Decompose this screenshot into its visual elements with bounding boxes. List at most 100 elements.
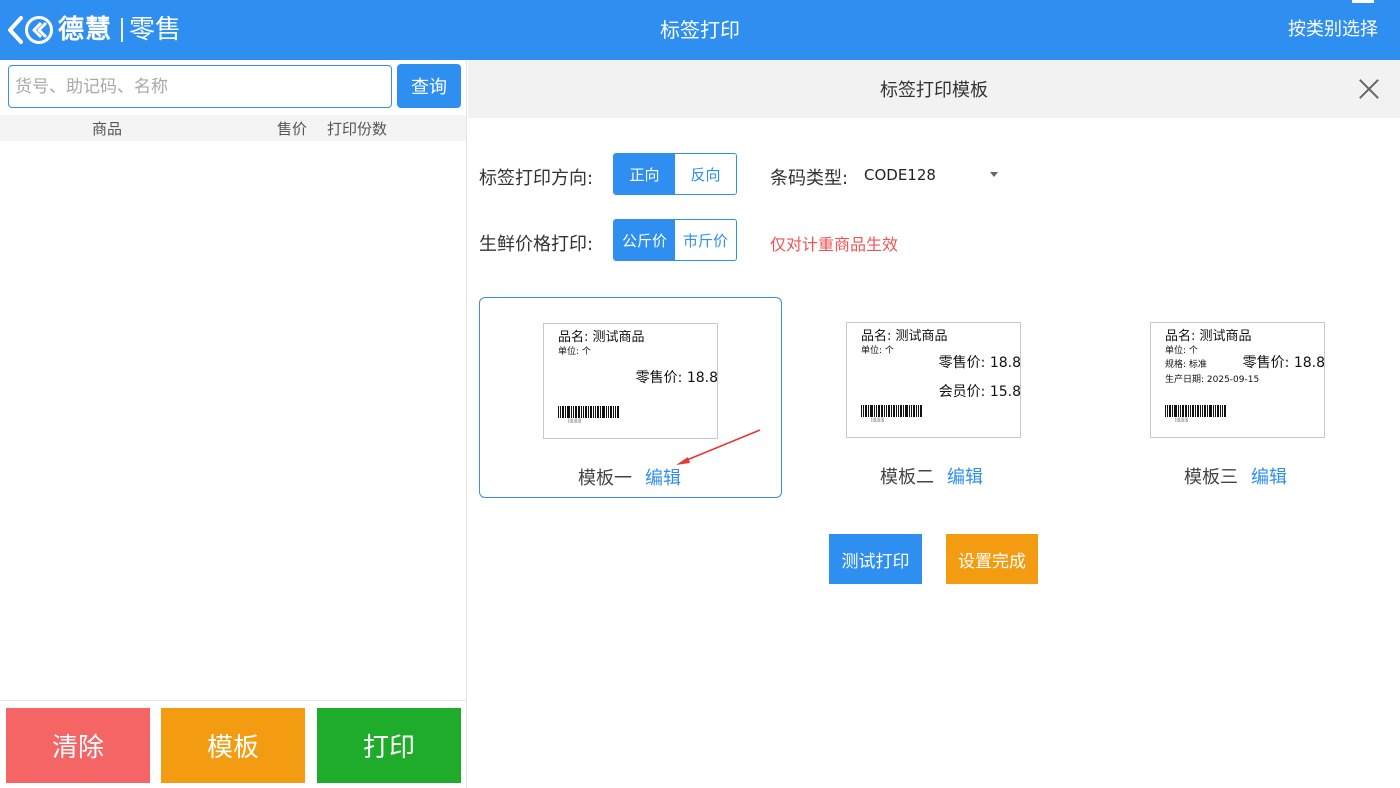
barcode-stripe (606, 406, 608, 418)
barcode-stripe (595, 406, 597, 418)
barcode-stripe (911, 405, 913, 417)
barcode-stripe (580, 406, 582, 418)
barcode-type-value: CODE128 (864, 166, 936, 184)
barcode-stripe (1187, 405, 1189, 417)
brand-name: 德慧 (58, 15, 113, 45)
barcode-stripe (582, 406, 584, 418)
barcode-stripe (909, 405, 911, 417)
back-arrow-icon[interactable] (4, 14, 26, 46)
template-card-2[interactable]: 品名: 测试商品 单位: 个 零售价: 18.8 会员价: 15.8 |||||… (782, 297, 1085, 498)
divider (0, 700, 466, 701)
direction-reverse-option[interactable]: 反向 (675, 154, 736, 194)
barcode-stripe (1200, 405, 1202, 417)
barcode-stripe (1224, 405, 1226, 417)
preview-production-date: 生产日期: 2025-09-15 (1165, 375, 1260, 385)
column-price: 售价 (277, 120, 308, 138)
template-edit-link[interactable]: 编辑 (947, 463, 983, 489)
search-input[interactable] (8, 65, 392, 108)
preview-member-price: 会员价: 15.8 (938, 384, 1021, 400)
barcode-type-select[interactable]: CODE128 (863, 162, 998, 190)
barcode-stripe (597, 406, 600, 418)
barcode-stripe (887, 405, 891, 417)
barcode-stripe (916, 405, 918, 417)
barcode-stripe (1207, 405, 1209, 417)
template-name: 模板二 (880, 467, 934, 488)
template-card-1[interactable]: 品名: 测试商品 单位: 个 零售价: 18.8 |||||||||| 模板一 … (479, 297, 782, 498)
fresh-price-note: 仅对计重商品生效 (770, 235, 899, 254)
label-preview: 品名: 测试商品 单位: 个 规格: 标准 零售价: 18.8 生产日期: 20… (1150, 322, 1325, 438)
product-panel: 查询 商品 售价 打印份数 清除 模板 打印 (0, 60, 467, 788)
barcode-stripe (593, 406, 595, 418)
direction-toggle: 正向 反向 (613, 153, 737, 195)
barcode-stripe (1168, 405, 1171, 417)
barcode-stripe (1171, 405, 1173, 417)
barcode-stripe (1191, 405, 1195, 417)
template-edit-link[interactable]: 编辑 (1251, 463, 1287, 489)
preview-retail-price: 零售价: 18.8 (635, 370, 718, 386)
barcode-stripe (1181, 405, 1184, 417)
test-print-button[interactable]: 测试打印 (829, 534, 922, 584)
barcode-digits: |||||||||| (871, 417, 885, 422)
label-preview: 品名: 测试商品 单位: 个 零售价: 18.8 会员价: 15.8 |||||… (846, 322, 1021, 438)
template-name: 模板三 (1184, 467, 1238, 488)
print-button[interactable]: 打印 (317, 708, 461, 783)
template-button[interactable]: 模板 (161, 708, 305, 783)
direction-forward-option[interactable]: 正向 (614, 154, 675, 194)
preview-product-name: 品名: 测试商品 (558, 330, 645, 345)
preview-spec: 规格: 标准 (1165, 360, 1207, 370)
barcode-stripe (602, 406, 606, 418)
preview-retail-price: 零售价: 18.8 (1242, 355, 1325, 371)
barcode-stripe (862, 405, 864, 417)
barcode-stripe (588, 406, 590, 418)
barcode-stripe (900, 405, 903, 417)
barcode-stripe (574, 406, 577, 418)
fresh-price-toggle: 公斤价 市斤价 (613, 219, 737, 261)
barcode-stripe (903, 405, 905, 417)
preview-retail-price: 零售价: 18.8 (938, 355, 1021, 371)
barcode-stripe (608, 406, 610, 418)
dialog-header: 标签打印模板 (468, 60, 1400, 118)
close-icon[interactable] (1356, 76, 1382, 102)
search-button[interactable]: 查询 (397, 64, 461, 108)
barcode-stripe (1173, 405, 1177, 417)
barcode-stripe (918, 405, 920, 417)
barcode-stripe (561, 406, 564, 418)
barcode-stripe (1179, 405, 1181, 417)
barcode-stripe (883, 405, 885, 417)
barcode-stripe (1195, 405, 1197, 417)
barcode-stripe (920, 405, 922, 417)
barcode-stripe (1177, 405, 1179, 417)
barcode-stripe (877, 405, 880, 417)
barcode-stripe (570, 406, 572, 418)
barcode-stripe (572, 406, 574, 418)
label-preview: 品名: 测试商品 单位: 个 零售价: 18.8 |||||||||| (543, 323, 718, 439)
barcode-stripe (869, 405, 873, 417)
kilogram-price-option[interactable]: 公斤价 (614, 220, 675, 260)
barcode-stripe (905, 405, 909, 417)
barcode-stripe (1165, 405, 1166, 417)
barcode-graphic (1165, 405, 1227, 417)
clear-button[interactable]: 清除 (6, 708, 150, 783)
template-edit-link[interactable]: 编辑 (645, 464, 681, 490)
product-list[interactable] (0, 141, 466, 701)
direction-label: 标签打印方向: (479, 168, 594, 189)
barcode-stripe (613, 406, 615, 418)
template-card-3[interactable]: 品名: 测试商品 单位: 个 规格: 标准 零售价: 18.8 生产日期: 20… (1086, 297, 1389, 498)
column-product: 商品 (92, 120, 123, 138)
barcode-stripe (861, 405, 862, 417)
barcode-stripe (898, 405, 900, 417)
corner-mark (1352, 0, 1374, 3)
dialog-title: 标签打印模板 (880, 80, 988, 101)
barcode-stripe (873, 405, 875, 417)
jin-price-option[interactable]: 市斤价 (675, 220, 736, 260)
barcode-stripe (1189, 405, 1191, 417)
barcode-stripe (1222, 405, 1224, 417)
barcode-stripe (1220, 405, 1222, 417)
dropdown-caret-icon (990, 172, 998, 177)
annotation-arrow-icon (676, 429, 761, 465)
barcode-stripe (590, 406, 593, 418)
finish-settings-button[interactable]: 设置完成 (946, 534, 1038, 584)
category-select-button[interactable]: 按类别选择 (1288, 16, 1378, 44)
barcode-stripe (1215, 405, 1217, 417)
barcode-digits: |||||||||| (1175, 417, 1189, 422)
